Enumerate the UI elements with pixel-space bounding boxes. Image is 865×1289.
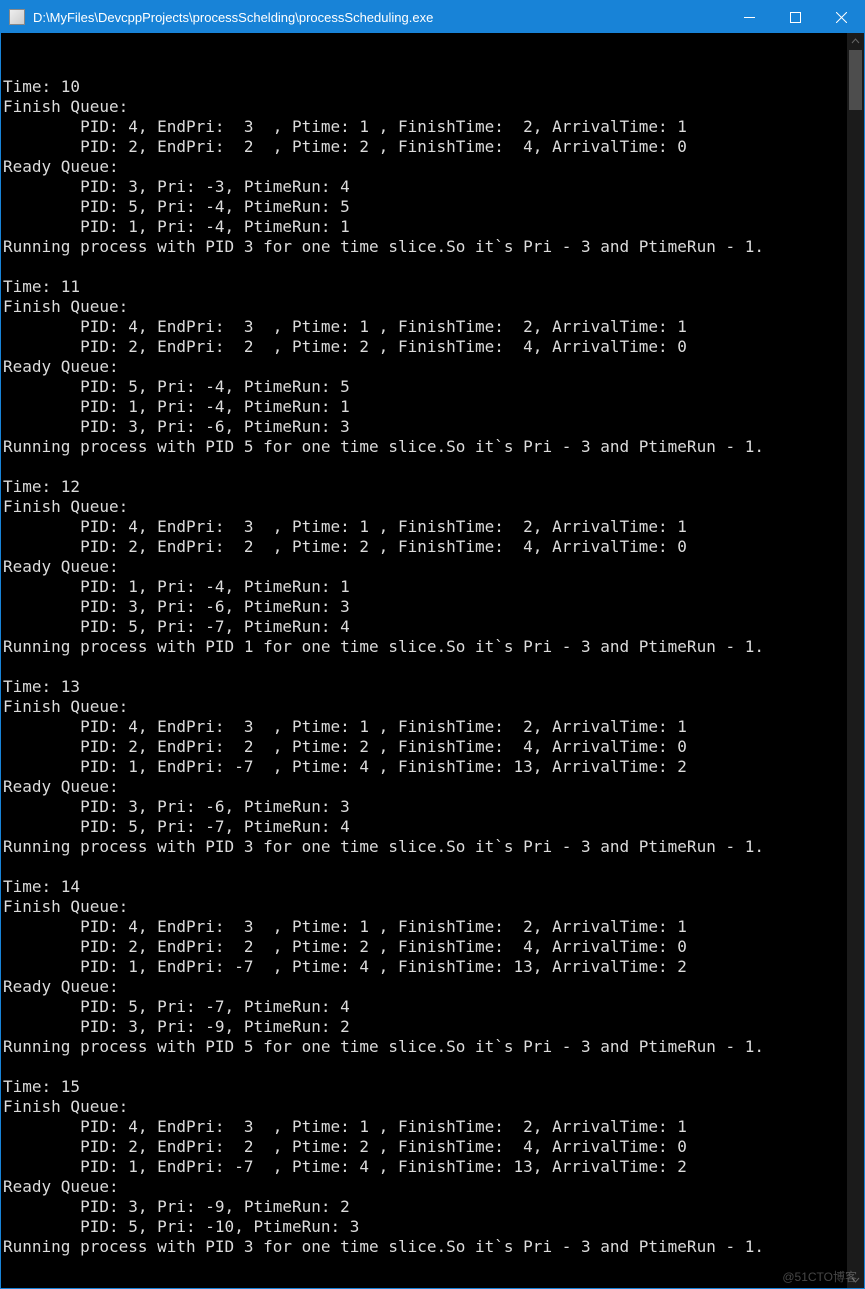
scrollbar-vertical[interactable] — [847, 33, 864, 1288]
close-button[interactable] — [818, 1, 864, 33]
console-window: D:\MyFiles\DevcppProjects\processScheldi… — [0, 0, 865, 1289]
scroll-up-button[interactable] — [847, 33, 864, 50]
scrollbar-thumb[interactable] — [849, 50, 862, 110]
maximize-button[interactable] — [772, 1, 818, 33]
titlebar[interactable]: D:\MyFiles\DevcppProjects\processScheldi… — [1, 1, 864, 33]
minimize-button[interactable] — [726, 1, 772, 33]
scrollbar-track[interactable] — [847, 50, 864, 1271]
console-output: Time: 10 Finish Queue: PID: 4, EndPri: 3… — [1, 49, 847, 1272]
window-title: D:\MyFiles\DevcppProjects\processScheldi… — [33, 10, 726, 25]
window-body: Time: 10 Finish Queue: PID: 4, EndPri: 3… — [1, 33, 864, 1288]
app-icon — [9, 9, 25, 25]
window-controls — [726, 1, 864, 33]
watermark: @51CTO博客 — [782, 1268, 857, 1285]
